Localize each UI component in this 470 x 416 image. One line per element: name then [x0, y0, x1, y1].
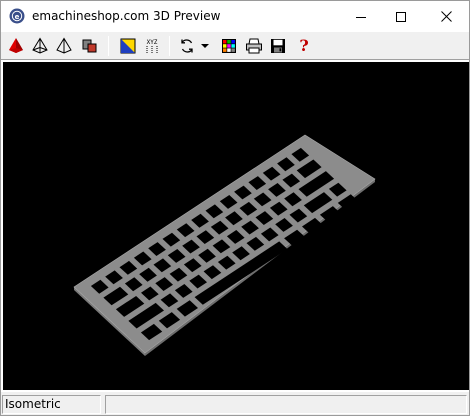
3d-viewport[interactable] — [3, 62, 469, 390]
maximize-icon — [396, 11, 406, 22]
color-palette-icon — [222, 39, 236, 53]
axes-label: XYZ — [147, 39, 158, 46]
emachineshop-logo-icon[interactable]: e — [9, 8, 25, 24]
close-icon — [440, 11, 452, 22]
floppy-disk-icon — [271, 39, 285, 53]
svg-text:e: e — [15, 13, 20, 21]
keyboard-plate-model — [73, 134, 376, 356]
outline-view-button[interactable] — [53, 35, 75, 57]
toolbar-separator — [169, 36, 170, 56]
rotate-button[interactable] — [176, 35, 198, 57]
close-button[interactable] — [423, 1, 469, 32]
printer-icon — [246, 38, 262, 54]
preview-window: e emachineshop.com 3D Preview XYZ ? Isom… — [0, 0, 470, 416]
parts-view-button[interactable] — [79, 35, 101, 57]
material-swatch-icon — [120, 38, 136, 54]
view-mode-status: Isometric — [2, 395, 101, 414]
material-button[interactable] — [117, 35, 139, 57]
parts-icon — [82, 39, 97, 53]
minimize-button[interactable] — [341, 1, 381, 32]
wireframe-view-button[interactable] — [29, 35, 51, 57]
save-button[interactable] — [267, 35, 289, 57]
xyz-axes-icon: XYZ — [146, 39, 158, 53]
minimize-icon — [356, 16, 366, 18]
toolbar: XYZ ? — [1, 32, 469, 60]
dropdown-arrow-icon — [201, 44, 209, 48]
color-button[interactable] — [218, 35, 240, 57]
red-solid-pyramid-icon — [9, 38, 23, 53]
rotate-dropdown-button[interactable] — [198, 35, 212, 57]
wireframe-pyramid-icon — [32, 37, 48, 54]
rotate-icon — [181, 39, 193, 53]
toolbar-separator — [108, 36, 109, 56]
window-title: emachineshop.com 3D Preview — [32, 9, 221, 23]
help-icon: ? — [299, 36, 309, 55]
shaded-view-button[interactable] — [5, 35, 27, 57]
title-bar[interactable]: e emachineshop.com 3D Preview — [1, 1, 469, 32]
axes-button[interactable]: XYZ — [141, 35, 163, 57]
outline-pyramid-icon — [56, 37, 72, 54]
status-pane — [105, 395, 467, 414]
status-bar: Isometric — [1, 392, 469, 415]
maximize-button[interactable] — [381, 1, 421, 32]
print-button[interactable] — [243, 35, 265, 57]
help-button[interactable]: ? — [293, 35, 315, 57]
